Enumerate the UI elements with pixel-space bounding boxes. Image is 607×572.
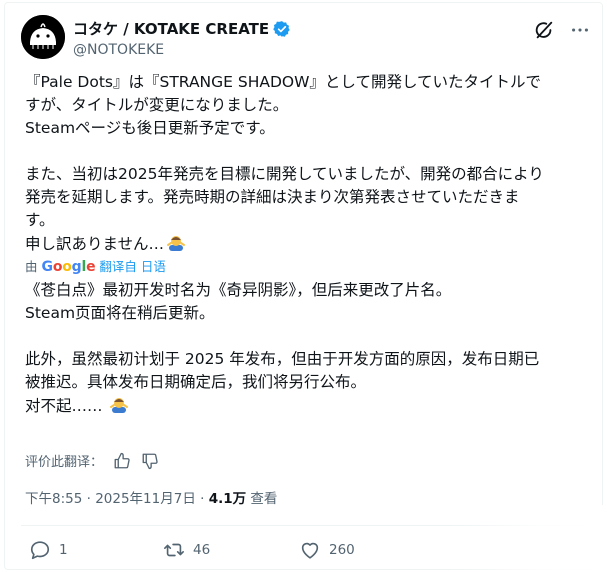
tweet-actions: 1 46 260 bbox=[29, 539, 419, 561]
repost-count: 46 bbox=[193, 542, 211, 558]
watermark-fade bbox=[447, 505, 607, 572]
tweet-card: コタケ / KOTAKE CREATE @NOTOKEKE 『Pale Dots… bbox=[4, 2, 603, 570]
grok-icon[interactable] bbox=[533, 19, 555, 41]
author-display-name-row: コタケ / KOTAKE CREATE bbox=[73, 19, 291, 39]
author-handle[interactable]: @NOTOKEKE bbox=[73, 40, 291, 60]
translated-by-row: 由 Google 翻译自 日语 bbox=[25, 258, 595, 276]
meta-separator: · bbox=[82, 491, 96, 507]
rate-translation-label: 评价此翻译： bbox=[25, 455, 104, 470]
translated-by-prefix: 由 bbox=[25, 259, 38, 274]
tweet-line: Steamページも後日更新予定です。 bbox=[25, 119, 275, 137]
repost-icon bbox=[163, 539, 185, 561]
translation-line: 此外，虽然最初计划于 2025 年发布，但由于开发方面的原因，发布日期已 bbox=[25, 350, 540, 368]
translated-from-link[interactable]: 翻译自 日语 bbox=[99, 258, 165, 276]
reply-button[interactable]: 1 bbox=[29, 539, 163, 561]
tweet-line-apology: 申し訳ありません… bbox=[25, 232, 595, 256]
more-icon[interactable] bbox=[569, 19, 591, 41]
like-count: 260 bbox=[329, 542, 355, 558]
author-display-name[interactable]: コタケ / KOTAKE CREATE bbox=[73, 19, 269, 39]
reply-count: 1 bbox=[59, 542, 68, 558]
like-button[interactable]: 260 bbox=[299, 539, 419, 561]
translation-blank-line bbox=[25, 325, 595, 348]
views-label: 查看 bbox=[246, 491, 278, 507]
author-names: コタケ / KOTAKE CREATE @NOTOKEKE bbox=[73, 19, 291, 60]
rate-translation-row: 评价此翻译： bbox=[25, 451, 159, 470]
tweet-line: 『Pale Dots』は『STRANGE SHADOW』として開発していたタイト… bbox=[25, 73, 541, 91]
translation-line: 被推迟。具体发布日期确定后，我们将另行公布。 bbox=[25, 373, 367, 391]
translation-line-apology: 对不起…… bbox=[25, 394, 595, 418]
google-logo: Google bbox=[41, 259, 96, 275]
tweet-line: す。 bbox=[25, 211, 55, 229]
tweet-date[interactable]: 2025年11月7日 bbox=[95, 491, 196, 507]
thumbs-up-icon[interactable] bbox=[113, 452, 131, 470]
translation-line: Steam页面将在稍后更新。 bbox=[25, 304, 215, 322]
header-actions bbox=[533, 19, 591, 41]
thumbs-down-icon[interactable] bbox=[141, 452, 159, 470]
bowing-person-emoji-icon bbox=[109, 394, 129, 414]
tweet-line: また、当初は2025年発売を目標に開発していましたが、開発の都合により bbox=[25, 165, 544, 183]
bowing-person-emoji-icon bbox=[166, 232, 186, 252]
repost-button[interactable]: 46 bbox=[163, 539, 299, 561]
tweet-body: 『Pale Dots』は『STRANGE SHADOW』として開発していたタイト… bbox=[25, 71, 595, 418]
reply-icon bbox=[29, 539, 51, 561]
translation-line: 对不起…… bbox=[25, 397, 103, 415]
tweet-line: すが、タイトルが変更になりました。 bbox=[25, 96, 289, 114]
tweet-time[interactable]: 下午8:55 bbox=[25, 491, 82, 507]
views-count: 4.1万 bbox=[208, 491, 247, 507]
whale-logo-avatar bbox=[21, 15, 65, 59]
translation-line: 《苍白点》最初开发时名为《奇异阴影》，但后来更改了片名。 bbox=[25, 281, 452, 299]
tweet-blank-line bbox=[25, 140, 595, 163]
avatar[interactable] bbox=[21, 15, 65, 59]
tweet-line: 発売を延期します。発売時期の詳細は決まり次第発表させていただきま bbox=[25, 188, 520, 206]
tweet-meta: 下午8:55 · 2025年11月7日 · 4.1万 查看 bbox=[25, 489, 277, 509]
tweet-line: 申し訳ありません… bbox=[25, 235, 165, 253]
heart-icon bbox=[299, 539, 321, 561]
meta-separator: · bbox=[195, 491, 209, 507]
verified-badge-icon[interactable] bbox=[273, 20, 291, 38]
tweet-header: コタケ / KOTAKE CREATE @NOTOKEKE bbox=[21, 15, 591, 61]
